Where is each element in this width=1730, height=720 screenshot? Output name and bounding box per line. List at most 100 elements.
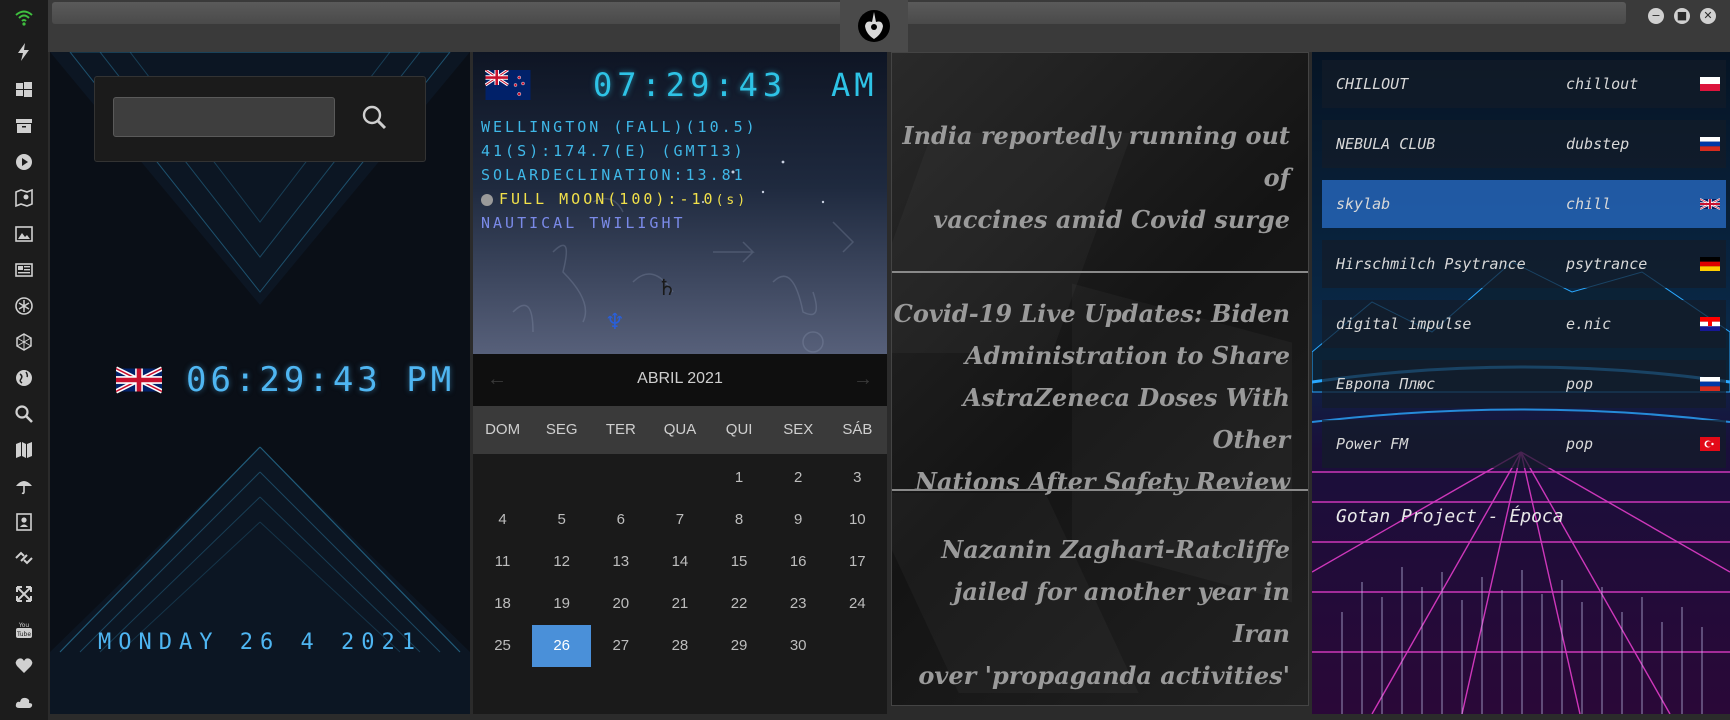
russia-flag [1700,137,1720,151]
calendar-day[interactable]: 9 [769,499,828,541]
calendar-day[interactable]: 24 [828,583,887,625]
headline-line: AstraZeneca Doses With Other [962,383,1290,454]
radio-station[interactable]: Power FM pop [1322,420,1726,468]
radio-station[interactable]: CHILLOUT chillout [1322,60,1726,108]
headline-line: over 'propaganda activities' [918,661,1290,690]
station-genre: chill [1566,195,1612,213]
search-icon[interactable] [12,402,36,426]
station-name: NEBULA CLUB [1336,135,1436,153]
calendar-day[interactable]: 19 [532,583,591,625]
radio-station-selected[interactable]: skylab chill [1322,180,1726,228]
maximize-icon[interactable]: ■ [1674,8,1690,24]
image-icon[interactable] [12,222,36,246]
search-icon[interactable] [359,99,389,135]
rebel-alliance-icon[interactable] [840,0,908,52]
weekday-label: SÁB [842,421,873,438]
calendar-day[interactable]: 25 [473,625,532,667]
calendar-day[interactable]: 11 [473,541,532,583]
svg-text:Tube: Tube [16,631,31,638]
calendar-day[interactable]: 23 [769,583,828,625]
news-item[interactable]: Nazanin Zaghari-Ratcliffe jailed for ano… [892,529,1290,697]
headline-line: vaccines amid Covid surge [933,205,1290,234]
next-month-icon[interactable]: → [853,368,873,391]
calendar-day[interactable]: 12 [532,541,591,583]
archive-icon[interactable] [12,114,36,138]
calendar-day[interactable]: 7 [650,499,709,541]
map-book-icon[interactable] [12,186,36,210]
cloud-icon[interactable] [12,690,36,714]
news-panel: India reportedly running out of vaccines… [891,52,1309,706]
youtube-icon[interactable]: You Tube [12,618,36,642]
minimize-icon[interactable]: − [1648,8,1664,24]
calendar-day[interactable]: 6 [591,499,650,541]
calendar-day [591,457,650,499]
calendar-day[interactable]: 30 [769,625,828,667]
solar-declination-line: SOLARDECLINATION:13.81 [481,166,746,184]
radio-station[interactable]: digital impulse e.nic [1322,300,1726,348]
calendar-day[interactable]: 22 [710,583,769,625]
calendar-day[interactable]: 3 [828,457,887,499]
search-input[interactable] [113,97,335,137]
headline-line: Covid-19 Live Updates: Biden [893,299,1290,328]
calendar-day[interactable]: 13 [591,541,650,583]
calendar-header: ← ABRIL 2021 → [473,354,887,406]
station-name: Hirschmilch Psytrance [1336,255,1526,273]
calendar-day[interactable]: 20 [591,583,650,625]
calendar-day[interactable]: 17 [828,541,887,583]
weekday-label: SEG [545,421,578,438]
calendar-day[interactable]: 28 [650,625,709,667]
svg-text:You: You [18,622,30,629]
calendar-day[interactable]: 18 [473,583,532,625]
moon-phase-text: FULL MOON(100):-10 [499,190,716,208]
calendar-day[interactable]: 16 [769,541,828,583]
windows-icon[interactable] [12,78,36,102]
calendar-day[interactable]: 29 [710,625,769,667]
calendar-day[interactable]: 1 [710,457,769,499]
calendar-day[interactable]: 8 [710,499,769,541]
calendar-day [473,457,532,499]
station-genre: chillout [1566,75,1639,93]
croatia-flag [1700,317,1720,331]
map-icon[interactable] [12,438,36,462]
umbrella-icon[interactable] [12,474,36,498]
heart-icon[interactable] [12,654,36,678]
contact-icon[interactable] [12,510,36,534]
headline-line: Administration to Share [965,341,1290,370]
bolt-icon[interactable] [12,40,36,64]
expand-icon[interactable] [12,582,36,606]
snowflake-icon[interactable] [12,294,36,318]
uk-time: 06:29:43 PM [186,360,456,400]
calendar-day[interactable]: 14 [650,541,709,583]
calendar-day [828,625,887,667]
calendar-day[interactable]: 21 [650,583,709,625]
radio-station[interactable]: Hirschmilch Psytrance psytrance [1322,240,1726,288]
radio-station[interactable]: Европа Плюс pop [1322,360,1726,408]
address-bar[interactable] [52,2,1626,24]
calendar-day-selected[interactable]: 26 [532,625,592,667]
close-icon[interactable]: ✕ [1700,8,1716,24]
weekday-label: QUA [663,421,697,438]
calendar-day[interactable]: 5 [532,499,591,541]
news-item[interactable]: India reportedly running out of vaccines… [892,115,1290,241]
radio-station[interactable]: NEBULA CLUB dubstep [1322,120,1726,168]
wifi-icon[interactable] [12,6,36,30]
link-icon[interactable] [12,546,36,570]
globe-mesh-icon[interactable] [12,330,36,354]
station-name: skylab [1336,195,1391,213]
station-genre: pop [1566,435,1594,453]
news-item[interactable]: Covid-19 Live Updates: Biden Administrat… [892,293,1290,503]
united-kingdom-flag [116,366,162,394]
weekday-label: QUI [725,421,753,438]
calendar-day[interactable]: 4 [473,499,532,541]
location-line: WELLINGTON (FALL)(10.5) [481,118,758,136]
calendar-day[interactable]: 10 [828,499,887,541]
uk-clock: 06:29:43 PM [116,360,455,400]
saturn-icon: ♄ [657,276,677,301]
calendar-day[interactable]: 27 [591,625,650,667]
globe-icon[interactable] [12,366,36,390]
calendar-day[interactable]: 15 [710,541,769,583]
weekday-header: DOM SEG TER QUA QUI SEX SÁB [473,406,887,454]
news-icon[interactable] [12,258,36,282]
play-icon[interactable] [12,150,36,174]
calendar-day[interactable]: 2 [769,457,828,499]
